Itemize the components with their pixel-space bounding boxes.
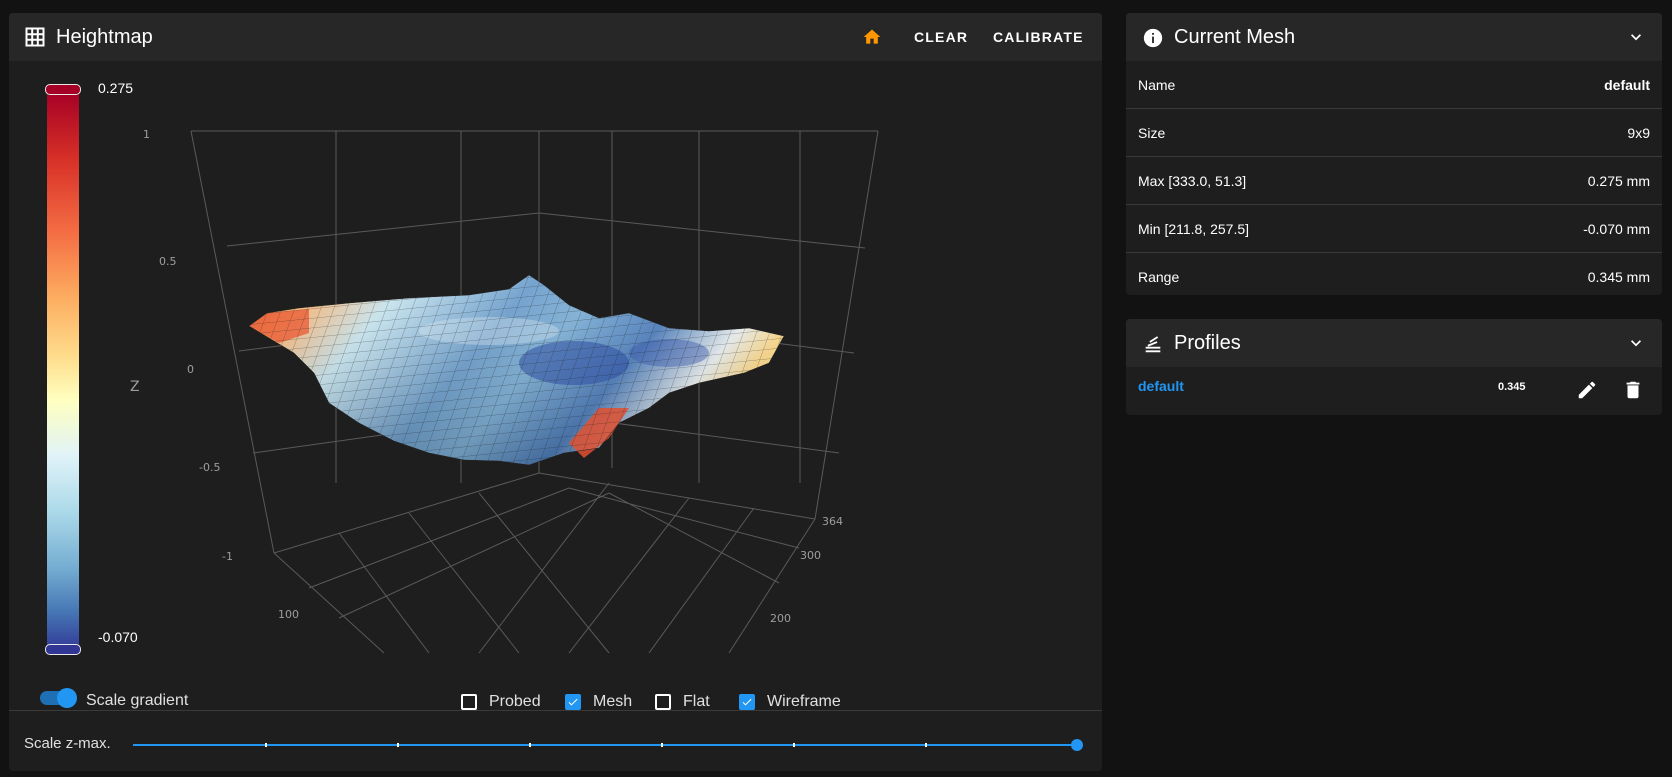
z-tick-neg1: -1 (222, 550, 233, 563)
profiles-header[interactable]: Profiles (1126, 319, 1662, 367)
layers-icon (1142, 333, 1164, 355)
mesh-checkbox[interactable]: Mesh (565, 693, 632, 711)
slider-thumb[interactable] (1071, 739, 1083, 751)
z-tick-neg0.5: -0.5 (199, 461, 220, 474)
heightmap-chart[interactable]: 1 0.5 0 -0.5 -1 Z 100 364 300 200 (9, 13, 1102, 673)
profile-row: default 0.345 (1126, 367, 1662, 415)
z-axis-label: Z (130, 379, 140, 395)
flat-checkbox[interactable]: Flat (655, 693, 710, 711)
edit-button[interactable] (1576, 379, 1598, 406)
delete-button[interactable] (1622, 379, 1644, 406)
slider-tick (397, 743, 399, 747)
probed-checkbox[interactable]: Probed (461, 693, 541, 711)
mesh-row-size: Size 9x9 (1126, 109, 1662, 157)
mesh-row-max: Max [333.0, 51.3] 0.275 mm (1126, 157, 1662, 205)
mesh-value-name[interactable]: default (1604, 77, 1650, 93)
profiles-card: Profiles default 0.345 (1126, 319, 1662, 415)
z-tick-0.5: 0.5 (159, 255, 177, 268)
info-icon (1142, 27, 1164, 49)
mesh-value-min: -0.070 mm (1583, 220, 1650, 237)
z-tick-1: 1 (143, 128, 150, 141)
z-tick-0: 0 (187, 363, 194, 376)
check-icon (742, 698, 752, 706)
mesh-key-min: Min [211.8, 257.5] (1138, 220, 1250, 237)
toggle-thumb (57, 688, 77, 708)
profile-range: 0.345 (1498, 381, 1526, 393)
probed-box (461, 694, 477, 710)
slider-tick (793, 743, 795, 747)
mesh-key-size: Size (1138, 124, 1166, 141)
y-tick-300: 300 (800, 549, 821, 562)
probed-label: Probed (489, 693, 541, 710)
mesh-value-size: 9x9 (1627, 124, 1650, 141)
mesh-row-name: Name default (1126, 61, 1662, 109)
y-tick-200: 200 (770, 612, 791, 625)
mesh-key-max: Max [333.0, 51.3] (1138, 172, 1247, 189)
mesh-value-max: 0.275 mm (1587, 172, 1650, 189)
chevron-down-icon[interactable] (1626, 333, 1646, 358)
mesh-value-range: 0.345 mm (1587, 268, 1650, 285)
slider-tick (265, 743, 267, 747)
heightmap-card: Heightmap CLEAR CALIBRATE 0.275 -0.070 1… (9, 13, 1102, 771)
trash-icon (1626, 381, 1640, 399)
mesh-row-range: Range 0.345 mm (1126, 253, 1662, 295)
profiles-title: Profiles (1174, 332, 1241, 354)
mesh-key-name: Name (1138, 76, 1176, 93)
pencil-icon (1578, 381, 1596, 399)
check-icon (568, 698, 578, 706)
slider-track (133, 744, 1079, 746)
y-tick-364: 364 (822, 515, 843, 528)
mesh-label: Mesh (593, 693, 633, 710)
scale-zmax-label: Scale z-max. (24, 735, 111, 752)
scale-gradient-label: Scale gradient (86, 692, 189, 709)
wireframe-checkbox[interactable]: Wireframe (739, 693, 841, 711)
flat-label: Flat (683, 693, 710, 710)
chevron-down-icon[interactable] (1626, 27, 1646, 52)
x-tick-100: 100 (278, 608, 299, 621)
mesh-row-min: Min [211.8, 257.5] -0.070 mm (1126, 205, 1662, 253)
profile-name[interactable]: default (1138, 378, 1184, 394)
surface-mesh (248, 274, 785, 466)
current-mesh-card: Current Mesh Name default Size 9x9 Max [… (1126, 13, 1662, 295)
wireframe-label: Wireframe (767, 693, 841, 710)
controls-divider (9, 710, 1102, 711)
slider-tick (529, 743, 531, 747)
mesh-box (565, 694, 581, 710)
current-mesh-title: Current Mesh (1174, 26, 1296, 48)
slider-tick (661, 743, 663, 747)
scale-zmax-slider[interactable] (133, 735, 1083, 755)
flat-box (655, 694, 671, 710)
wireframe-box (739, 694, 755, 710)
slider-tick (925, 743, 927, 747)
current-mesh-header[interactable]: Current Mesh (1126, 13, 1662, 61)
mesh-key-range: Range (1138, 268, 1180, 285)
